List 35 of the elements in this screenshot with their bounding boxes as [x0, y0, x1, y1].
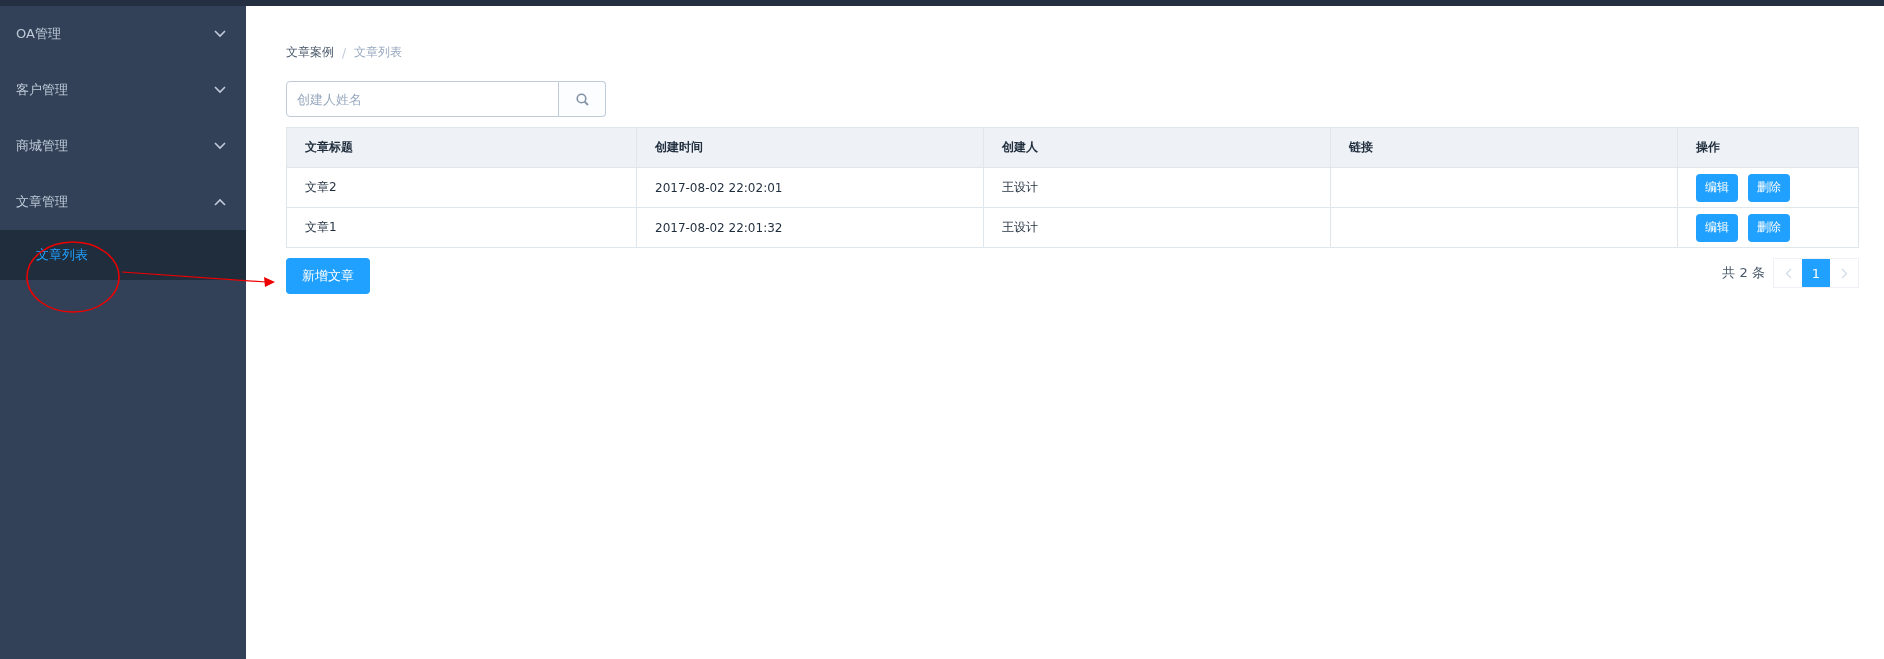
- column-header: 文章标题: [286, 127, 637, 168]
- total-count: 共 2 条: [1722, 264, 1765, 282]
- table-cell: 2017-08-02 22:02:01: [636, 167, 984, 208]
- submenu-item[interactable]: 文章列表: [0, 230, 246, 280]
- menu-item[interactable]: 文章管理: [0, 174, 246, 230]
- table-cell: 王设计: [983, 167, 1331, 208]
- column-header: 创建时间: [636, 127, 984, 168]
- breadcrumb-separator: /: [342, 45, 347, 60]
- chevron-down-icon: [214, 86, 226, 94]
- column-header: 操作: [1677, 127, 1859, 168]
- row-action-button[interactable]: 编辑: [1696, 173, 1738, 202]
- add-article-button[interactable]: 新增文章: [286, 258, 370, 294]
- breadcrumb-item: 文章列表: [354, 44, 403, 61]
- table-cell: 文章2: [286, 167, 637, 208]
- chevron-down-icon: [214, 142, 226, 150]
- row-action-button[interactable]: 删除: [1748, 213, 1790, 242]
- row-action-button[interactable]: 删除: [1748, 173, 1790, 202]
- breadcrumb-item[interactable]: 文章案例: [286, 44, 334, 61]
- search-field[interactable]: 创建人姓名: [286, 81, 559, 117]
- chevron-left-icon: [1784, 267, 1792, 279]
- column-header: 链接: [1330, 127, 1678, 168]
- table-cell: 王设计: [983, 207, 1331, 248]
- row-action-button[interactable]: 编辑: [1696, 213, 1738, 242]
- chevron-down-icon: [214, 30, 226, 38]
- menu-item[interactable]: 客户管理: [0, 62, 246, 118]
- column-header: 创建人: [983, 127, 1331, 168]
- chevron-right-icon: [1840, 267, 1848, 279]
- chevron-up-icon: [214, 198, 226, 206]
- menu-item[interactable]: OA管理: [0, 6, 246, 62]
- table-cell: 文章1: [286, 207, 637, 248]
- page-button[interactable]: 1: [1802, 259, 1830, 287]
- search-icon: [575, 92, 589, 106]
- menu-item[interactable]: 商城管理: [0, 118, 246, 174]
- search-button[interactable]: [559, 81, 606, 117]
- table-cell: 2017-08-02 22:01:32: [636, 207, 984, 248]
